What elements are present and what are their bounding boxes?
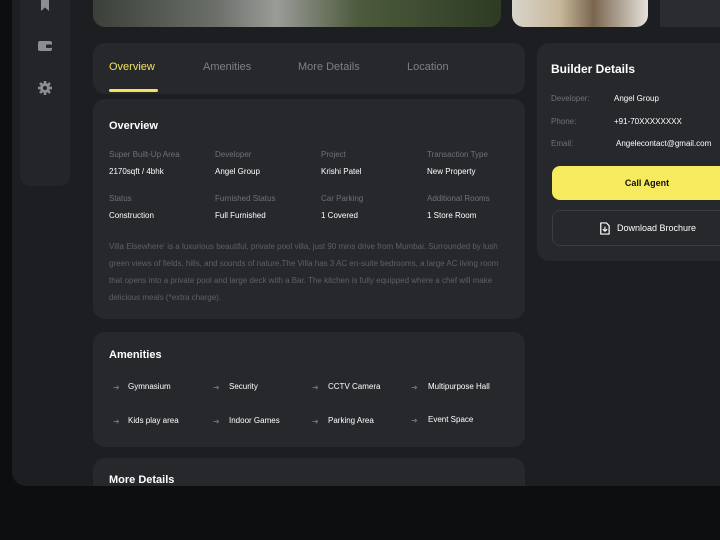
property-photo-main[interactable] xyxy=(93,0,501,27)
field-value: New Property xyxy=(427,167,476,176)
download-document-icon xyxy=(600,221,610,235)
download-brochure-label: Download Brochure xyxy=(616,223,697,233)
builder-details-card: Builder Details Developer: Angel Group P… xyxy=(537,43,720,261)
amenity-item: Kids play area xyxy=(128,416,179,425)
arrow-right-icon: ➜ xyxy=(113,383,120,392)
field-label: Project xyxy=(321,150,346,159)
field-value: 1 Store Room xyxy=(427,211,477,220)
amenity-item: Event Space xyxy=(428,415,474,424)
amenity-item: Parking Area xyxy=(328,416,374,425)
field-value: 2170sqft / 4bhk xyxy=(109,167,164,176)
call-agent-label: Call Agent xyxy=(624,178,670,188)
builder-title: Builder Details xyxy=(551,62,636,76)
arrow-right-icon: ➜ xyxy=(213,383,220,392)
arrow-right-icon: ➜ xyxy=(411,383,418,392)
active-tab-indicator xyxy=(109,89,158,92)
email-label: Email: xyxy=(551,139,574,148)
field-value: Krishi Patel xyxy=(321,167,362,176)
arrow-right-icon: ➜ xyxy=(213,417,220,426)
amenity-item: Gymnasium xyxy=(128,382,171,391)
call-agent-button[interactable]: Call Agent xyxy=(552,166,720,200)
amenities-title: Amenities xyxy=(109,349,162,361)
wallet-icon[interactable] xyxy=(37,38,53,54)
tab-more-details[interactable]: More Details xyxy=(298,61,360,73)
arrow-right-icon: ➜ xyxy=(312,383,319,392)
detail-tabs: Overview Amenities More Details Location xyxy=(93,43,525,94)
developer-value: Angel Group xyxy=(614,94,659,103)
field-value: Construction xyxy=(109,211,154,220)
phone-label: Phone: xyxy=(551,117,577,126)
field-label: Developer xyxy=(215,150,252,159)
amenity-item: CCTV Camera xyxy=(328,382,381,391)
tab-amenities[interactable]: Amenities xyxy=(203,61,251,73)
field-value: Angel Group xyxy=(215,167,260,176)
field-label: Super Built-Up Area xyxy=(109,150,180,159)
property-photo-bedroom[interactable] xyxy=(512,0,648,27)
developer-label: Developer: xyxy=(551,94,590,103)
phone-value[interactable]: +91-70XXXXXXXX xyxy=(614,117,682,126)
property-description: Villa Elsewhere' is a luxurious beautifu… xyxy=(109,242,499,302)
email-value[interactable]: Angelecontact@gmail.com xyxy=(616,139,711,148)
amenity-item: Multipurpose Hall xyxy=(428,382,490,391)
field-label: Car Parking xyxy=(321,194,364,203)
overview-title: Overview xyxy=(109,120,158,132)
tab-location[interactable]: Location xyxy=(407,61,449,73)
app-window: Overview Amenities More Details Location… xyxy=(12,0,720,486)
property-photo-more[interactable] xyxy=(660,0,720,27)
field-label: Furnished Status xyxy=(215,194,276,203)
bookmark-icon[interactable] xyxy=(37,0,53,13)
amenity-item: Security xyxy=(229,382,258,391)
field-label: Transaction Type xyxy=(427,150,488,159)
field-value: Full Furnished xyxy=(215,211,266,220)
overview-section: Overview Super Built-Up Area 2170sqft / … xyxy=(93,99,525,319)
amenities-section: Amenities ➜ Gymnasium ➜ Security ➜ CCTV … xyxy=(93,332,525,447)
more-details-section: More Details xyxy=(93,458,525,486)
arrow-right-icon: ➜ xyxy=(312,417,319,426)
field-label: Status xyxy=(109,194,132,203)
sidebar xyxy=(20,0,70,186)
field-label: Additional Rooms xyxy=(427,194,490,203)
field-value: 1 Covered xyxy=(321,211,358,220)
arrow-right-icon: ➜ xyxy=(113,417,120,426)
download-brochure-button[interactable]: Download Brochure xyxy=(552,210,720,246)
gear-icon[interactable] xyxy=(37,80,53,96)
arrow-right-icon: ➜ xyxy=(411,416,418,425)
amenity-item: Indoor Games xyxy=(229,416,280,425)
tab-overview[interactable]: Overview xyxy=(109,61,155,73)
more-details-title: More Details xyxy=(109,474,175,486)
